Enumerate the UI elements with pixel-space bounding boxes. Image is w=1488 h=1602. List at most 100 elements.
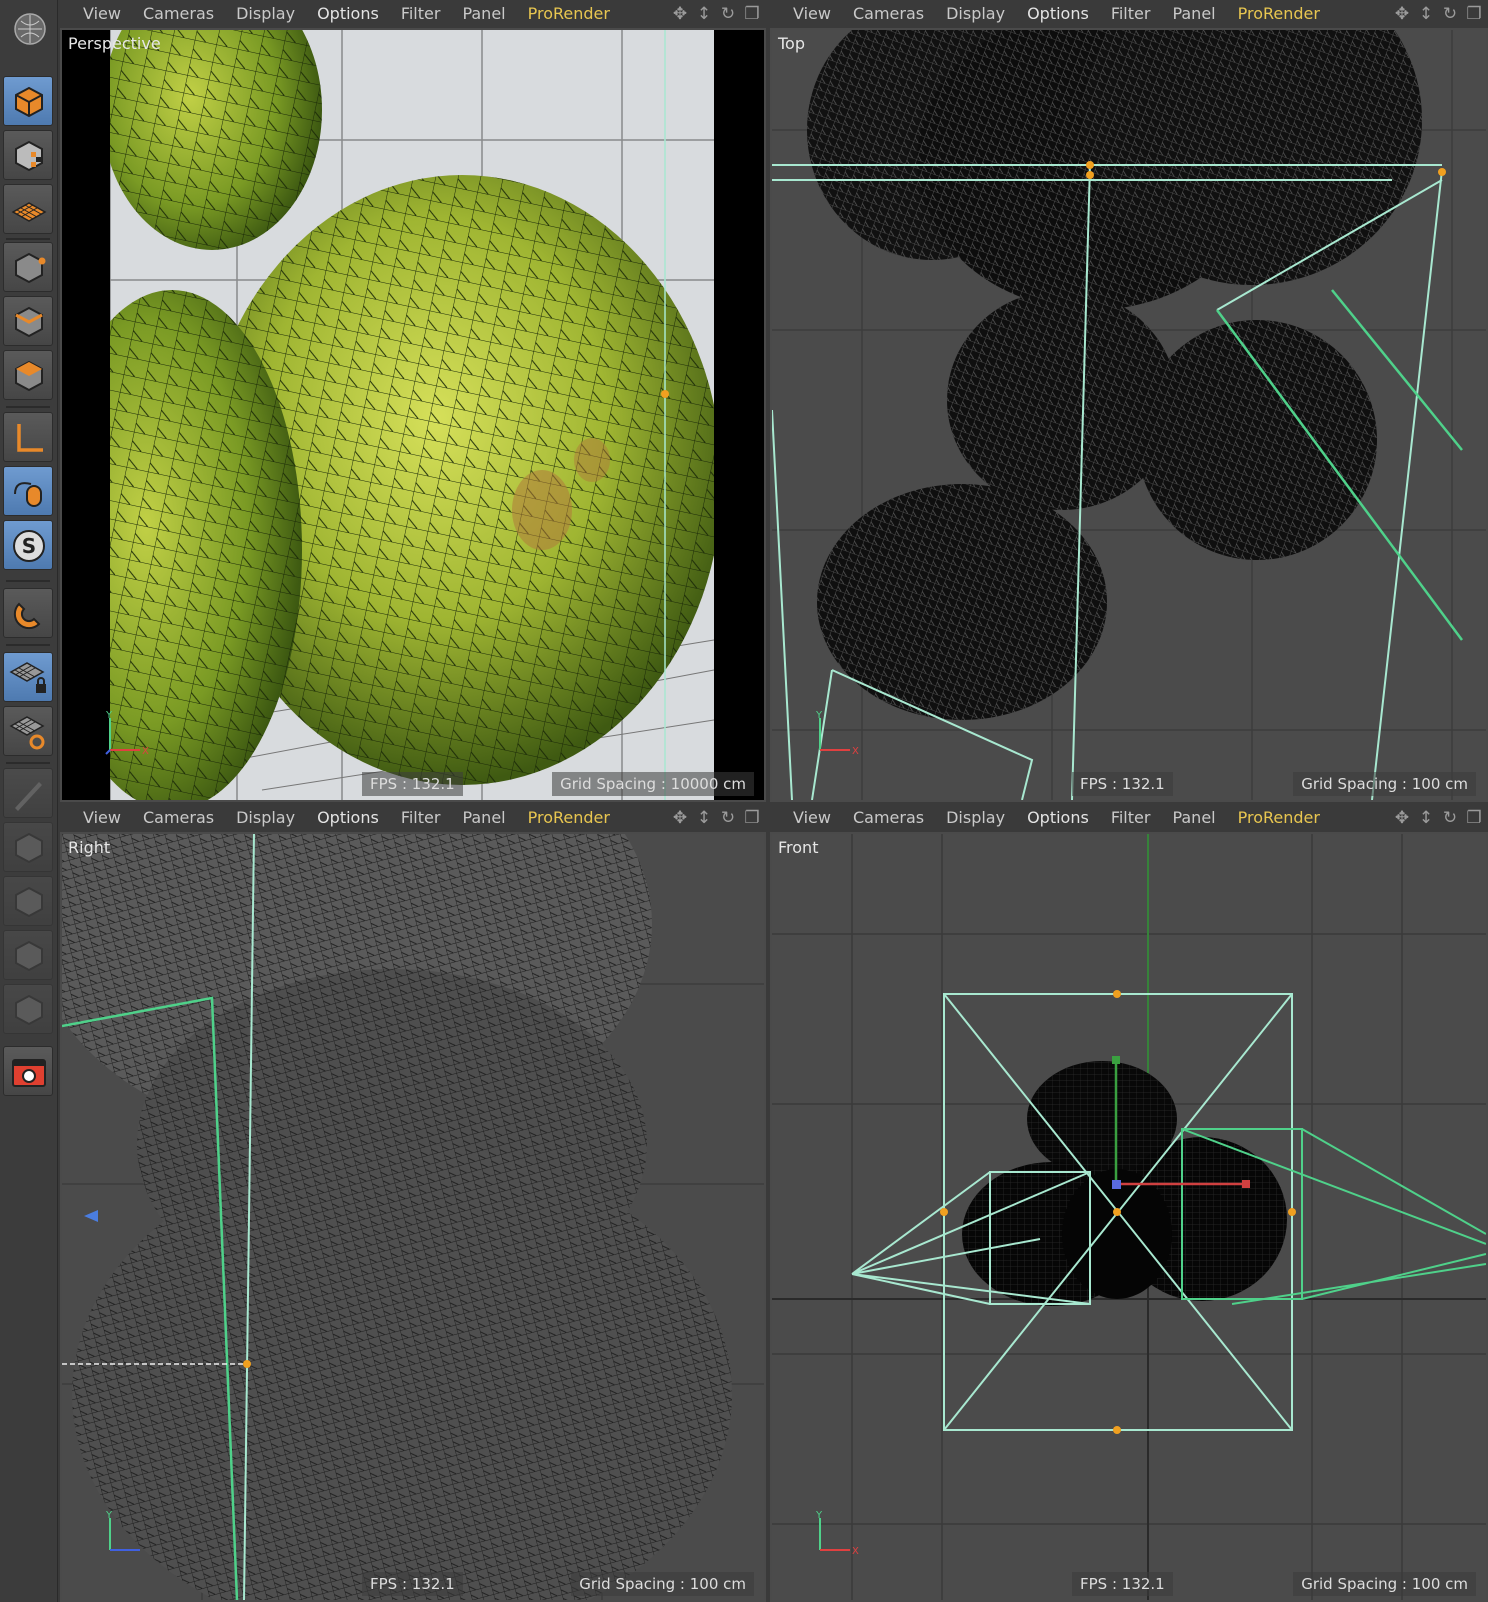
axis-y-label: Y [105, 710, 113, 721]
menu-options[interactable]: Options [306, 0, 390, 28]
rotate-view-icon[interactable]: ↻ [1440, 4, 1460, 24]
move-view-icon[interactable]: ✥ [1392, 808, 1412, 828]
viewport-canvas[interactable]: Front YX FPS : 132.1 Grid Spacing : 100 … [772, 834, 1486, 1600]
viewport-title: Top [778, 34, 805, 53]
axis-y-label: Y [815, 1510, 823, 1521]
viewport-canvas[interactable]: Perspective YX FPS : 132.1 Grid Spacing … [62, 30, 764, 800]
viewport-nav-icons: ✥ ↕ ↻ ❐ [670, 808, 762, 828]
menu-filter[interactable]: Filter [1100, 0, 1162, 28]
viewport-front[interactable]: View Cameras Display Options Filter Panel ProR… [770, 804, 1488, 1602]
model-mode-icon[interactable] [3, 76, 53, 126]
grid-spacing-readout: Grid Spacing : 100 cm [1293, 772, 1476, 796]
menu-filter[interactable]: Filter [390, 0, 452, 28]
menu-options[interactable]: Options [1016, 0, 1100, 28]
rotate-view-icon[interactable]: ↻ [718, 808, 738, 828]
menu-display[interactable]: Display [225, 0, 306, 28]
menu-prorender[interactable]: ProRender [1227, 804, 1331, 832]
menu-options[interactable]: Options [306, 804, 390, 832]
texture-mode-icon[interactable] [3, 130, 53, 180]
locked-workplane-icon[interactable] [3, 652, 53, 702]
axis-gizmo: Y [105, 1510, 140, 1551]
top-scene [772, 30, 1486, 800]
fps-readout: FPS : 132.1 [362, 1572, 463, 1596]
menu-prorender[interactable]: ProRender [517, 0, 621, 28]
zoom-view-icon[interactable]: ↕ [694, 4, 714, 24]
fps-readout: FPS : 132.1 [1072, 772, 1173, 796]
tweak-mode-icon[interactable] [3, 466, 53, 516]
viewport-title: Front [778, 838, 819, 857]
viewport-perspective[interactable]: View Cameras Display Options Filter Panel ProR… [60, 0, 766, 802]
top-melons [807, 30, 1422, 720]
menu-panel[interactable]: Panel [1161, 0, 1226, 28]
move-view-icon[interactable]: ✥ [670, 4, 690, 24]
polygons-mode-icon[interactable] [3, 350, 53, 400]
viewport-top[interactable]: View Cameras Display Options Filter Panel ProR… [770, 0, 1488, 802]
menu-display[interactable]: Display [935, 804, 1016, 832]
menu-filter[interactable]: Filter [390, 804, 452, 832]
menu-options[interactable]: Options [1016, 804, 1100, 832]
right-scene [62, 834, 764, 1600]
viewport-canvas[interactable]: Top Y X FPS : 132.1 Grid Spacing : 100 cm [772, 30, 1486, 800]
toggle-layout-icon[interactable]: ❐ [1464, 4, 1484, 24]
menu-cameras[interactable]: Cameras [132, 804, 225, 832]
axis-gizmo: YX [105, 710, 149, 757]
toggle-layout-icon[interactable]: ❐ [742, 808, 762, 828]
grid-spacing-readout: Grid Spacing : 100 cm [571, 1572, 754, 1596]
axis-y-label: Y [815, 710, 823, 721]
disabled-cube-2-icon[interactable] [3, 876, 53, 926]
toggle-layout-icon[interactable]: ❐ [1464, 808, 1484, 828]
axis-x-label: X [852, 1546, 859, 1557]
menu-view[interactable]: View [72, 0, 132, 28]
rotate-view-icon[interactable]: ↻ [718, 4, 738, 24]
viewport-menubar: View Cameras Display Options Filter Panel ProR… [60, 804, 766, 832]
perspective-scene [62, 30, 764, 800]
disabled-cube-1-icon[interactable] [3, 822, 53, 872]
viewport-title: Perspective [68, 34, 161, 53]
disabled-cube-3-icon[interactable] [3, 930, 53, 980]
planar-workplane-icon[interactable] [3, 706, 53, 756]
viewport-menubar: View Cameras Display Options Filter Panel ProR… [60, 0, 766, 28]
viewport-nav-icons: ✥ ↕ ↻ ❐ [670, 4, 762, 24]
menu-display[interactable]: Display [225, 804, 306, 832]
undo-view-icon[interactable] [3, 2, 53, 45]
viewport-canvas[interactable]: Right Y FPS : 132.1 Grid Spacing : 100 c… [62, 834, 764, 1600]
render-view-icon[interactable] [3, 1046, 53, 1096]
zoom-view-icon[interactable]: ↕ [694, 808, 714, 828]
rotate-view-icon[interactable]: ↻ [1440, 808, 1460, 828]
menu-cameras[interactable]: Cameras [132, 0, 225, 28]
menu-view[interactable]: View [72, 804, 132, 832]
solo-icon[interactable]: S [3, 520, 53, 570]
viewport-title: Right [68, 838, 111, 857]
axis-x-label: X [142, 746, 149, 757]
menu-panel[interactable]: Panel [451, 804, 516, 832]
grid-spacing-readout: Grid Spacing : 10000 cm [552, 772, 754, 796]
disabled-cube-4-icon[interactable] [3, 984, 53, 1034]
front-scene [772, 834, 1486, 1600]
menu-view[interactable]: View [782, 0, 842, 28]
menu-filter[interactable]: Filter [1100, 804, 1162, 832]
viewport-menubar: View Cameras Display Options Filter Panel ProR… [770, 0, 1488, 28]
axis-gizmo: YX [815, 1510, 859, 1557]
menu-cameras[interactable]: Cameras [842, 804, 935, 832]
menu-cameras[interactable]: Cameras [842, 0, 935, 28]
menu-prorender[interactable]: ProRender [1227, 0, 1331, 28]
viewport-right[interactable]: View Cameras Display Options Filter Panel ProR… [60, 804, 766, 1602]
edges-mode-icon[interactable] [3, 296, 53, 346]
snap-magnet-icon[interactable] [3, 588, 53, 638]
move-view-icon[interactable]: ✥ [670, 808, 690, 828]
toggle-layout-icon[interactable]: ❐ [742, 4, 762, 24]
knife-icon[interactable] [3, 768, 53, 818]
menu-panel[interactable]: Panel [1161, 804, 1226, 832]
menu-panel[interactable]: Panel [451, 0, 516, 28]
menu-display[interactable]: Display [935, 0, 1016, 28]
axis-x-label: X [852, 746, 859, 757]
workplane-mode-icon[interactable] [3, 184, 53, 234]
viewport-nav-icons: ✥ ↕ ↻ ❐ [1392, 4, 1484, 24]
zoom-view-icon[interactable]: ↕ [1416, 4, 1436, 24]
move-view-icon[interactable]: ✥ [1392, 4, 1412, 24]
axis-mode-icon[interactable] [3, 412, 53, 462]
menu-prorender[interactable]: ProRender [517, 804, 621, 832]
zoom-view-icon[interactable]: ↕ [1416, 808, 1436, 828]
points-mode-icon[interactable] [3, 242, 53, 292]
menu-view[interactable]: View [782, 804, 842, 832]
